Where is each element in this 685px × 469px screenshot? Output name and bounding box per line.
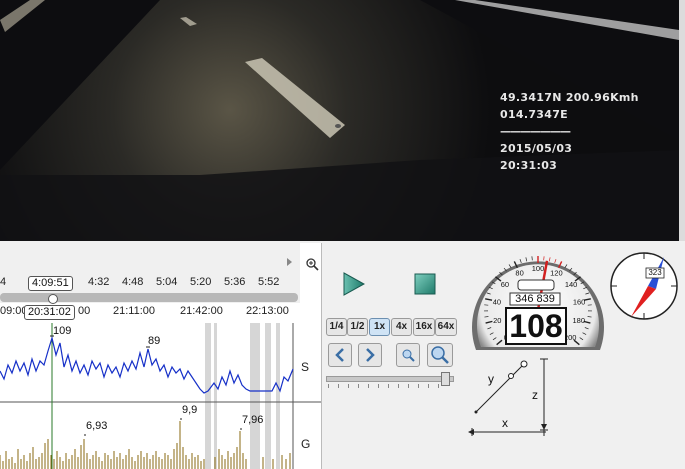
- axis-x-label: x: [502, 416, 508, 430]
- gauge-tick-label: 120: [550, 268, 563, 277]
- playback-slider-track[interactable]: [326, 376, 454, 382]
- tick-top: 4: [0, 276, 7, 288]
- tick-top: 4:32: [88, 276, 110, 288]
- cursor-top-time: 4:09:51: [28, 276, 73, 291]
- speed-quarter-button[interactable]: 1/4: [326, 318, 347, 336]
- gauge-tick-label: 60: [501, 280, 509, 289]
- play-icon[interactable]: [343, 272, 366, 296]
- overlay-date: 2015/05/03: [500, 142, 573, 155]
- gauge-tick: [548, 257, 551, 262]
- zoom-in-icon: [431, 346, 449, 364]
- chevron-right-icon: [366, 348, 375, 362]
- speed-1x-button[interactable]: 1x: [369, 318, 390, 336]
- overlay-longitude: 014.7347E: [500, 108, 568, 121]
- axis-z-label: z: [532, 388, 538, 402]
- speed-16x-button[interactable]: 16x: [413, 318, 435, 336]
- timeline-scroll-right-icon[interactable]: [287, 258, 292, 266]
- video-edge: [679, 0, 685, 241]
- speed-64x-button[interactable]: 64x: [435, 318, 457, 336]
- previous-button[interactable]: [328, 343, 352, 367]
- speed-panel-label: S: [301, 360, 310, 374]
- compass: 323: [609, 251, 679, 321]
- gauge-tick-label: 180: [572, 316, 585, 325]
- g-panel-label: G: [301, 437, 311, 451]
- chevron-left-icon: [335, 348, 344, 362]
- zoom-out-button[interactable]: [396, 343, 420, 367]
- zoom-out-icon: [402, 349, 415, 362]
- zoom-in-button[interactable]: [427, 343, 453, 367]
- speed-peak-label: 109: [53, 325, 72, 337]
- tick-mid: 00: [78, 305, 91, 317]
- timeline-cursor-handle[interactable]: [48, 294, 58, 304]
- g-annotation-1: 6,93: [86, 420, 108, 432]
- tick-top: 5:52: [258, 276, 280, 288]
- tick-mid: 21:11:00: [113, 305, 156, 317]
- next-button[interactable]: [358, 343, 382, 367]
- tick-top: 5:20: [190, 276, 212, 288]
- gauge-tick: [525, 257, 528, 262]
- tick-top: 5:04: [156, 276, 178, 288]
- tick-top: 4:48: [122, 276, 144, 288]
- gauge-tick-label: 40: [493, 297, 501, 306]
- gauge-tick: [554, 258, 557, 263]
- gauge-tick: [564, 264, 568, 269]
- accelerometer-axes: x y z: [464, 354, 554, 438]
- g-annotation-2: 9,9: [182, 404, 198, 416]
- tick-mid: 22:13:00: [246, 305, 289, 317]
- compass-heading: 323: [648, 268, 662, 277]
- speed-secondary-label: 89: [148, 335, 161, 347]
- gauge-tick-label: 160: [573, 297, 586, 306]
- overlay-time: 20:31:03: [500, 159, 558, 172]
- tick-top: 5:36: [224, 276, 246, 288]
- gps-overlay: 49.3417N 200.96Kmh 014.7347E ——————— 201…: [500, 89, 639, 174]
- playback-slider-ticks: [328, 384, 448, 388]
- gauge-tick: [508, 264, 512, 269]
- stop-icon[interactable]: [414, 273, 436, 295]
- speed-4x-button[interactable]: 4x: [391, 318, 412, 336]
- video-frame[interactable]: 49.3417N 200.96Kmh 014.7347E ——————— 201…: [0, 0, 679, 241]
- speedometer-gauge: 020406080100120140160180200 346 839 108: [468, 252, 608, 356]
- cursor-current-time: 20:31:02: [24, 305, 75, 320]
- g-annotation-3: 7,96: [242, 414, 264, 426]
- playback-slider-handle[interactable]: [441, 372, 450, 386]
- odometer-value: 346 839: [515, 293, 555, 305]
- timeline-zoom-icon[interactable]: [305, 257, 319, 271]
- gauge-tick-label: 80: [515, 268, 523, 277]
- gauge-tick: [519, 258, 522, 263]
- speed-half-button[interactable]: 1/2: [347, 318, 368, 336]
- g-force-trace: [0, 421, 291, 469]
- timeline-scrollbar[interactable]: [0, 293, 298, 302]
- gauge-tick-label: 100: [532, 264, 545, 273]
- speed-value: 108: [509, 308, 563, 344]
- axis-y-label: y: [488, 372, 494, 386]
- overlay-lat-speed: 49.3417N 200.96Kmh: [500, 91, 639, 104]
- tick-mid: 21:42:00: [180, 305, 223, 317]
- gauge-tick-label: 140: [565, 280, 578, 289]
- gauge-tick-label: 20: [493, 316, 501, 325]
- overlay-separator: ———————: [500, 125, 571, 138]
